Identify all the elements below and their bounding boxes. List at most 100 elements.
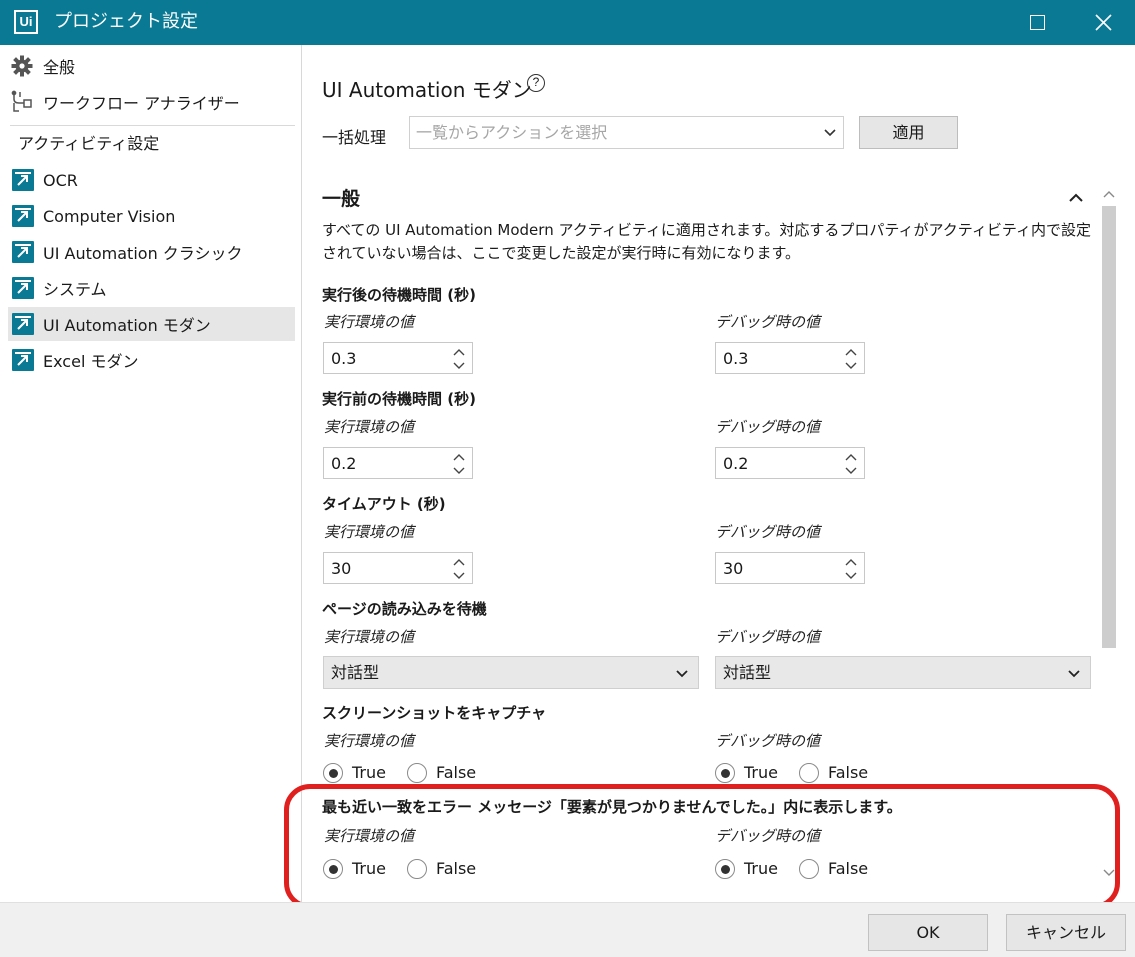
false-radio[interactable] [798, 859, 819, 879]
section-description: すべての UI Automation Modern アクティビティに適用されます… [322, 221, 1091, 262]
debug-value-label: デバッグ時の値 [715, 628, 821, 646]
activity-package-icon [12, 313, 34, 335]
true-radio[interactable] [715, 763, 735, 783]
close-icon [1095, 14, 1112, 31]
debug-value-stepper[interactable]: 30 [715, 552, 865, 584]
false-radio[interactable] [406, 859, 427, 879]
stepper-value: 30 [331, 559, 352, 578]
title-bar: Ui プロジェクト設定 [0, 0, 1135, 45]
run-value-stepper[interactable]: 30 [323, 552, 473, 584]
cancel-button[interactable]: キャンセル [1006, 914, 1126, 951]
stepper-value: 30 [723, 559, 744, 578]
radio-label: True [744, 859, 778, 878]
run-value-label: 実行環境の値 [324, 523, 415, 541]
radio-label: False [827, 859, 869, 878]
radio-label: False [435, 763, 477, 782]
stepper-arrows-icon[interactable] [844, 451, 858, 477]
sidebar-item-label: ワークフロー アナライザー [43, 94, 240, 113]
sidebar-item-label: 全般 [43, 58, 76, 77]
stepper-value: 0.3 [331, 349, 357, 368]
property-title: 実行後の待機時間 (秒) [322, 286, 476, 304]
debug-value-label: デバッグ時の値 [715, 732, 821, 750]
scroll-down-icon[interactable] [1100, 863, 1118, 881]
debug-value-dropdown[interactable]: 対話型 [715, 656, 1091, 689]
sidebar-item-label: システム [43, 280, 107, 299]
sidebar-item-system[interactable]: システム [8, 271, 295, 305]
sidebar-item-ocr[interactable]: OCR [8, 163, 295, 197]
activity-package-icon [12, 277, 34, 299]
sidebar-item-computer-vision[interactable]: Computer Vision [8, 199, 295, 233]
property-title: タイムアウト (秒) [322, 495, 446, 513]
chevron-up-icon[interactable] [1068, 192, 1084, 204]
debug-value-label: デバッグ時の値 [715, 313, 821, 331]
radio-label: True [352, 859, 386, 878]
sidebar-item-label: OCR [43, 170, 78, 190]
sidebar-item-label: UI Automation クラシック [43, 244, 243, 263]
property-title: 実行前の待機時間 (秒) [322, 390, 476, 408]
run-value-label: 実行環境の値 [324, 732, 415, 750]
ok-button[interactable]: OK [868, 914, 988, 951]
run-value-dropdown[interactable]: 対話型 [323, 656, 699, 689]
run-value-stepper[interactable]: 0.2 [323, 447, 473, 479]
stepper-arrows-icon[interactable] [452, 451, 466, 477]
debug-value-stepper[interactable]: 0.2 [715, 447, 865, 479]
sidebar-item-ui-automation-classic[interactable]: UI Automation クラシック [8, 235, 295, 269]
workflow-analyzer-icon [10, 90, 34, 114]
settings-sidebar: 全般 ワークフロー アナライザー アクティビティ設定 OCR Computer … [0, 45, 302, 902]
true-radio[interactable] [323, 859, 343, 879]
sidebar-item-ui-automation-modern[interactable]: UI Automation モダン [8, 307, 295, 341]
sidebar-item-label: Excel モダン [43, 352, 139, 371]
stepper-arrows-icon[interactable] [844, 346, 858, 372]
sidebar-group-label: アクティビティ設定 [18, 134, 160, 153]
vertical-scrollbar[interactable] [1100, 186, 1118, 881]
run-value-radio-group: True False [323, 859, 497, 879]
section-title: 一般 [322, 188, 361, 210]
stepper-value: 0.2 [723, 454, 749, 473]
debug-value-label: デバッグ時の値 [715, 418, 821, 436]
run-value-stepper[interactable]: 0.3 [323, 342, 473, 374]
run-value-label: 実行環境の値 [324, 628, 415, 646]
property-title: スクリーンショットをキャプチャ [322, 704, 547, 722]
debug-value-label: デバッグ時の値 [715, 827, 821, 845]
stepper-arrows-icon[interactable] [452, 346, 466, 372]
run-value-label: 実行環境の値 [324, 313, 415, 331]
activity-package-icon [12, 349, 34, 371]
sidebar-item-general[interactable]: 全般 [10, 51, 290, 81]
activity-package-icon [12, 241, 34, 263]
sidebar-item-label: UI Automation モダン [43, 316, 211, 335]
stepper-value: 0.3 [723, 349, 749, 368]
chevron-down-icon [676, 670, 688, 678]
radio-label: False [435, 859, 477, 878]
settings-scroll-area: 一般 すべての UI Automation Modern アクティビティに適用さ… [303, 45, 1135, 786]
debug-value-radio-group: True False [715, 763, 889, 783]
stepper-arrows-icon[interactable] [844, 556, 858, 582]
maximize-icon [1030, 15, 1045, 30]
chevron-down-icon [1068, 670, 1080, 678]
sidebar-item-excel-modern[interactable]: Excel モダン [8, 343, 295, 377]
dropdown-value: 対話型 [331, 663, 380, 682]
property-title: ページの読み込みを待機 [322, 600, 487, 618]
debug-value-label: デバッグ時の値 [715, 523, 821, 541]
false-radio[interactable] [798, 763, 819, 783]
run-value-label: 実行環境の値 [324, 827, 415, 845]
property-title: 最も近い一致をエラー メッセージ「要素が見つかりませんでした。」内に表示します。 [322, 798, 902, 816]
settings-panel: UI Automation モダン ? 一括処理 一覧からアクションを選択 適用… [303, 45, 1135, 902]
scrollbar-thumb[interactable] [1102, 206, 1116, 648]
run-value-radio-group: True False [323, 763, 497, 783]
debug-value-radio-group: True False [715, 859, 889, 879]
debug-value-stepper[interactable]: 0.3 [715, 342, 865, 374]
sidebar-item-label: Computer Vision [43, 206, 176, 226]
true-radio[interactable] [323, 763, 343, 783]
activity-package-icon [12, 205, 34, 227]
true-radio[interactable] [715, 859, 735, 879]
close-button[interactable] [1073, 0, 1133, 45]
stepper-arrows-icon[interactable] [452, 556, 466, 582]
dropdown-value: 対話型 [723, 663, 772, 682]
false-radio[interactable] [406, 763, 427, 783]
maximize-button[interactable] [1008, 0, 1068, 45]
radio-label: False [827, 763, 869, 782]
run-value-label: 実行環境の値 [324, 418, 415, 436]
scroll-up-icon[interactable] [1100, 186, 1118, 204]
sidebar-item-workflow-analyzer[interactable]: ワークフロー アナライザー [10, 87, 290, 117]
radio-label: True [744, 763, 778, 782]
